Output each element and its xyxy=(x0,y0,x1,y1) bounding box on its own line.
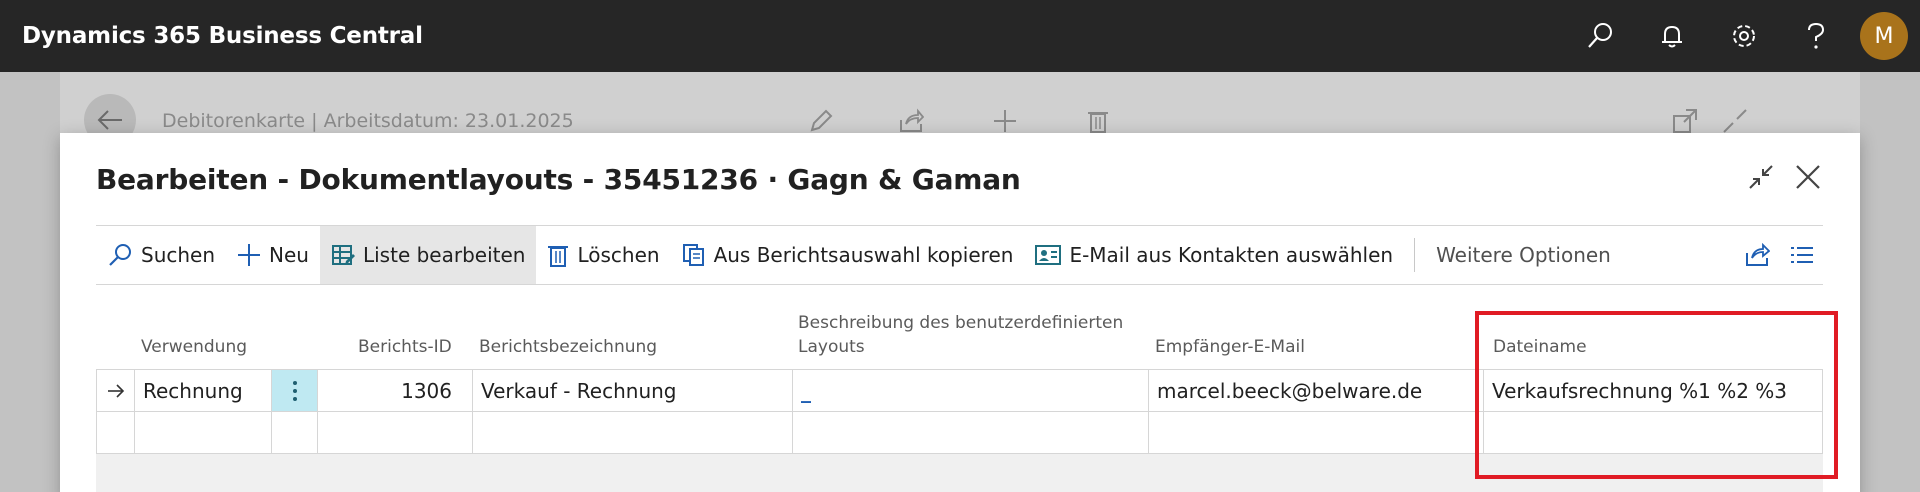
user-avatar[interactable]: M xyxy=(1860,12,1908,60)
column-header-custom-layout-description-line2: Layouts xyxy=(798,337,865,357)
share-button[interactable] xyxy=(1744,226,1770,284)
plus-icon xyxy=(238,244,261,266)
email-from-contacts-label: E-Mail aus Kontakten auswählen xyxy=(1069,243,1394,267)
column-header-report-name[interactable]: Berichtsbezeichnung xyxy=(479,335,657,359)
delete-button[interactable]: Löschen xyxy=(536,226,670,284)
copy-icon xyxy=(682,244,704,266)
delete-label: Löschen xyxy=(577,243,660,267)
custom-layout-description-value: _ xyxy=(801,378,811,403)
list-icon xyxy=(1791,247,1813,263)
edit-list-button[interactable]: Liste bearbeiten xyxy=(319,226,537,284)
column-header-recipient-email[interactable]: Empfänger-E-Mail xyxy=(1155,335,1305,359)
more-options-button[interactable]: Weitere Optionen xyxy=(1425,226,1622,284)
usage-cell[interactable] xyxy=(134,412,271,453)
list-view-button[interactable] xyxy=(1790,226,1814,284)
custom-layout-description-cell[interactable]: _ xyxy=(792,370,1148,411)
action-separator xyxy=(1414,238,1416,272)
app-bar-icons: M xyxy=(1564,0,1920,72)
row-indicator[interactable] xyxy=(97,412,134,453)
share-icon[interactable] xyxy=(898,108,924,134)
search-label: Suchen xyxy=(141,243,216,267)
close-icon xyxy=(1796,165,1820,189)
more-vertical-icon xyxy=(292,380,297,401)
report-id-cell[interactable] xyxy=(317,412,472,453)
trash-icon xyxy=(548,246,569,267)
email-from-contacts-button[interactable]: E-Mail aus Kontakten auswählen xyxy=(1024,226,1404,284)
file-name-column-highlight xyxy=(1475,311,1838,479)
row-actions-cell[interactable] xyxy=(271,412,317,453)
plus-icon[interactable] xyxy=(992,108,1018,134)
report-name-cell[interactable] xyxy=(472,412,792,453)
arrow-right-icon xyxy=(107,383,124,398)
edit-list-icon xyxy=(331,245,355,265)
edit-icon[interactable] xyxy=(808,108,834,134)
copy-from-report-selection-button[interactable]: Aus Berichtsauswahl kopieren xyxy=(671,226,1025,284)
trash-icon[interactable] xyxy=(1086,108,1110,134)
close-dialog-button[interactable] xyxy=(1788,157,1828,197)
search-icon[interactable] xyxy=(1564,0,1636,72)
usage-cell[interactable]: Rechnung xyxy=(134,370,271,411)
custom-layout-description-cell[interactable] xyxy=(792,412,1148,453)
open-new-window-icon[interactable] xyxy=(1672,108,1698,134)
row-indicator[interactable] xyxy=(97,370,134,411)
row-actions-button[interactable] xyxy=(271,370,317,411)
app-title[interactable]: Dynamics 365 Business Central xyxy=(22,23,423,49)
dialog-title: Bearbeiten - Dokumentlayouts - 35451236 … xyxy=(96,163,1021,196)
column-header-report-id[interactable]: Berichts-ID xyxy=(358,335,452,359)
help-icon[interactable] xyxy=(1780,0,1852,72)
edit-list-label: Liste bearbeiten xyxy=(362,243,526,267)
share-icon xyxy=(1746,243,1770,266)
column-header-custom-layout-description-line1: Beschreibung des benutzerdefinierten xyxy=(798,313,1124,333)
report-id-cell[interactable]: 1306 xyxy=(317,370,472,411)
contact-card-icon xyxy=(1035,245,1062,265)
copy-from-report-selection-label: Aus Berichtsauswahl kopieren xyxy=(713,243,1014,267)
gear-icon[interactable] xyxy=(1708,0,1780,72)
recipient-email-cell[interactable] xyxy=(1148,412,1483,453)
column-header-usage[interactable]: Verwendung xyxy=(141,335,247,359)
new-label: Neu xyxy=(269,243,309,267)
recipient-email-cell[interactable]: marcel.beeck@belware.de xyxy=(1148,370,1483,411)
collapse-icon xyxy=(1749,165,1773,189)
breadcrumb: Debitorenkarte | Arbeitsdatum: 23.01.202… xyxy=(162,110,574,132)
collapse-dialog-button[interactable] xyxy=(1741,157,1781,197)
back-arrow-icon xyxy=(97,110,122,130)
more-options-label: Weitere Optionen xyxy=(1436,243,1611,267)
report-name-cell[interactable]: Verkauf - Rechnung xyxy=(472,370,792,411)
collapse-icon[interactable] xyxy=(1722,108,1748,134)
search-icon xyxy=(109,244,131,266)
column-header-custom-layout-description[interactable]: Beschreibung des benutzerdefinierten Lay… xyxy=(798,311,1123,359)
search-button[interactable]: Suchen xyxy=(96,226,226,284)
new-button[interactable]: Neu xyxy=(226,226,320,284)
bell-icon[interactable] xyxy=(1636,0,1708,72)
app-bar: Dynamics 365 Business Central M xyxy=(0,0,1920,72)
action-bar: Suchen Neu Liste bearbeiten Löschen Aus … xyxy=(96,225,1823,285)
